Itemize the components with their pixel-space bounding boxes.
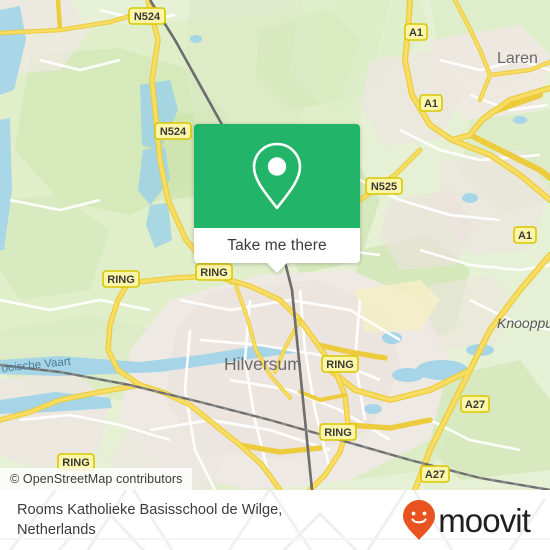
svg-text:A1: A1 (424, 98, 438, 110)
take-me-there-label: Take me there (227, 236, 327, 254)
moovit-wordmark: moovit (438, 501, 531, 539)
road-shield-a1-b: A1 (419, 94, 443, 112)
popup-pointer (267, 263, 287, 273)
take-me-there-button[interactable]: Take me there (194, 228, 360, 263)
svg-text:RING: RING (324, 427, 352, 439)
svg-text:N524: N524 (160, 126, 187, 138)
moovit-map-screen: Hilversum Laren Knooppun ooische Vaart N… (0, 0, 550, 550)
road-shield-ring-d: RING (319, 423, 357, 441)
footer-bar: Rooms Katholieke Basisschool de Wilge, N… (0, 490, 550, 550)
road-shield-ring-c: RING (321, 355, 359, 373)
svg-text:N524: N524 (134, 11, 161, 23)
svg-text:RING: RING (107, 274, 135, 286)
svg-text:RING: RING (326, 359, 354, 371)
svg-text:A27: A27 (465, 399, 485, 411)
map-label-knooppunt: Knooppun (497, 315, 550, 331)
map-popup[interactable]: Take me there (194, 124, 360, 273)
map-pin-icon (252, 142, 302, 210)
road-shield-a27-b: A27 (420, 465, 450, 483)
popup-header (194, 124, 360, 228)
road-shield-ring-a: RING (102, 270, 140, 288)
svg-text:A1: A1 (518, 230, 532, 242)
svg-text:A1: A1 (409, 27, 423, 39)
svg-text:RING: RING (200, 267, 228, 279)
road-shield-n525: N525 (365, 177, 403, 195)
osm-attribution[interactable]: © OpenStreetMap contributors (0, 468, 192, 490)
svg-text:N525: N525 (371, 181, 397, 193)
place-name: Rooms Katholieke Basisschool de Wilge, N… (17, 502, 283, 538)
road-shield-a1-c: A1 (513, 226, 537, 244)
osm-attribution-text: © OpenStreetMap contributors (10, 472, 183, 486)
road-shield-n524-a: N524 (128, 7, 166, 25)
road-shield-n524-b: N524 (154, 122, 192, 140)
map-label-hilversum: Hilversum (224, 354, 302, 374)
svg-text:A27: A27 (425, 469, 445, 481)
moovit-logo[interactable]: moovit (402, 499, 531, 541)
map-label-laren: Laren (497, 50, 538, 67)
road-shield-ring-b: RING (195, 263, 233, 281)
road-shield-a27-a: A27 (460, 395, 490, 413)
road-shield-a1-a: A1 (404, 23, 428, 41)
moovit-pin-icon (403, 500, 436, 540)
